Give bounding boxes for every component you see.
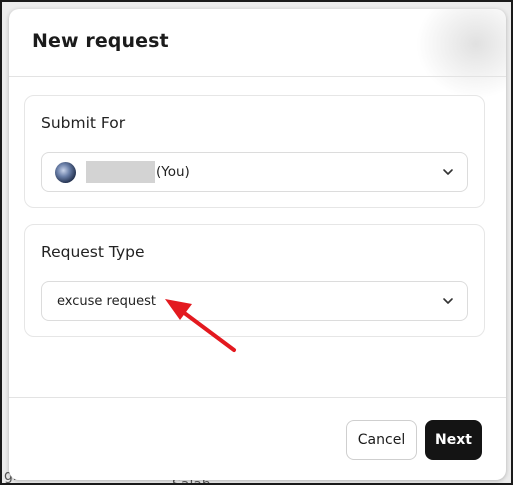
submit-for-label: Submit For xyxy=(41,114,126,132)
submit-for-select[interactable]: (You) xyxy=(41,152,468,192)
submit-for-you-label: (You) xyxy=(156,164,190,180)
modal-header: New request xyxy=(9,9,506,77)
modal-footer: Cancel Next xyxy=(9,397,506,480)
modal-title: New request xyxy=(32,30,169,52)
cancel-button[interactable]: Cancel xyxy=(346,420,417,460)
avatar xyxy=(55,162,76,183)
request-type-select[interactable]: excuse request xyxy=(41,281,468,321)
redacted-user-name xyxy=(86,161,155,183)
request-type-label: Request Type xyxy=(41,243,145,261)
screenshot-frame: gho Bec Salah Sun 21 New request Submit … xyxy=(0,0,513,485)
chevron-down-icon xyxy=(443,298,453,304)
request-type-value: excuse request xyxy=(57,294,156,309)
new-request-modal: New request Submit For (You) Request Typ… xyxy=(9,9,506,480)
next-button[interactable]: Next xyxy=(425,420,482,460)
request-type-section: Request Type excuse request xyxy=(24,224,485,337)
submit-for-section: Submit For (You) xyxy=(24,95,485,208)
chevron-down-icon xyxy=(443,169,453,175)
